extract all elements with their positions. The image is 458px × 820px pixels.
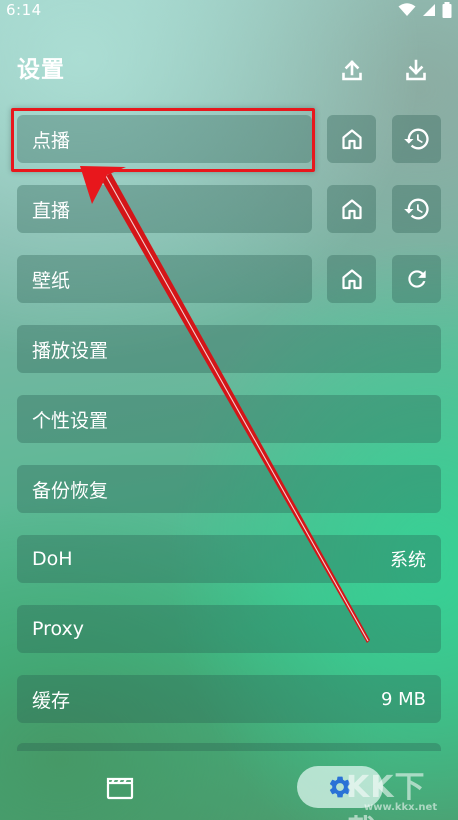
setting-row-doh[interactable]: DoH 系统: [17, 535, 441, 583]
setting-row-cache[interactable]: 缓存 9 MB: [17, 675, 441, 723]
status-bar: 6:14: [0, 0, 458, 20]
annotation-highlight-box: [11, 108, 315, 172]
status-icons: [398, 2, 452, 18]
setting-row-personalization[interactable]: 个性设置: [17, 395, 441, 443]
upload-button[interactable]: [336, 54, 368, 86]
wifi-icon: [398, 3, 416, 16]
live-history-button[interactable]: [392, 185, 441, 233]
watermark-small-text: www.kkx.net: [364, 802, 438, 813]
vod-home-button[interactable]: [327, 115, 376, 163]
wallpaper-refresh-button[interactable]: [392, 255, 441, 303]
status-time: 6:14: [6, 1, 42, 19]
row-label: 缓存: [32, 689, 71, 712]
page-title: 设置: [17, 57, 65, 83]
setting-row-backup[interactable]: 备份恢复: [17, 465, 441, 513]
refresh-icon: [407, 270, 426, 288]
row-label: 壁纸: [32, 269, 71, 292]
row-label: DoH: [32, 548, 73, 570]
cache-value: 9 MB: [380, 688, 426, 710]
row-label: 直播: [32, 199, 71, 222]
wallpaper-home-button[interactable]: [327, 255, 376, 303]
doh-value: 系统: [390, 550, 426, 571]
upload-icon: [342, 60, 362, 81]
setting-row-live[interactable]: 直播: [17, 185, 312, 233]
watermark: KK下载 www.kkx.net: [342, 762, 454, 820]
home-icon: [341, 269, 362, 290]
row-label: 播放设置: [32, 339, 109, 362]
setting-row-wallpaper[interactable]: 壁纸: [17, 255, 312, 303]
battery-icon: [442, 2, 452, 18]
history-icon: [403, 198, 429, 220]
row-label: 个性设置: [32, 409, 109, 432]
row-label: Proxy: [32, 618, 85, 640]
history-icon: [403, 128, 429, 150]
download-icon: [406, 59, 426, 81]
vod-history-button[interactable]: [392, 115, 441, 163]
home-icon: [341, 199, 362, 220]
clapperboard-icon: [106, 777, 134, 800]
nav-vod-button[interactable]: [100, 770, 140, 806]
live-home-button[interactable]: [327, 185, 376, 233]
download-button[interactable]: [400, 54, 432, 86]
setting-row-proxy[interactable]: Proxy: [17, 605, 441, 653]
setting-row-playback[interactable]: 播放设置: [17, 325, 441, 373]
signal-icon: [423, 4, 435, 16]
home-icon: [341, 129, 362, 150]
row-label: 备份恢复: [32, 479, 109, 502]
